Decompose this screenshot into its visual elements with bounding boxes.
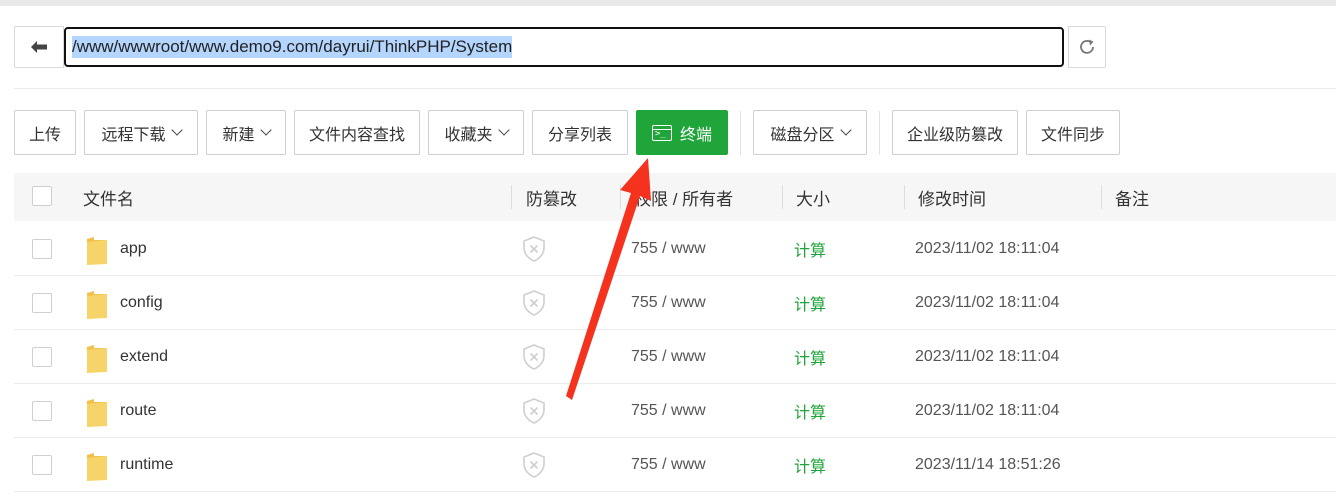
row-checkbox[interactable] — [32, 293, 52, 313]
modified-time: 2023/11/02 18:11:04 — [915, 402, 1060, 419]
modified-time: 2023/11/02 18:11:04 — [915, 348, 1060, 365]
top-strip — [0, 0, 1336, 6]
row-checkbox[interactable] — [32, 347, 52, 367]
modified-time: 2023/11/02 18:11:04 — [915, 240, 1060, 257]
content-search-label: 文件内容查找 — [309, 126, 406, 144]
modified-time: 2023/11/14 18:51:26 — [915, 456, 1061, 473]
new-button[interactable]: 新建 — [206, 110, 286, 155]
column-separator — [511, 185, 512, 209]
new-label: 新建 — [222, 126, 255, 144]
table-row[interactable]: extend 755 / www 计算 2023/11/02 18:11:04 — [14, 330, 1336, 384]
chevron-down-icon — [839, 124, 852, 136]
tamper-proof-enterprise-button[interactable]: 企业级防篡改 — [892, 110, 1018, 155]
table-row[interactable]: config 755 / www 计算 2023/11/02 18:11:04 — [14, 276, 1336, 330]
chevron-down-icon — [170, 124, 183, 136]
refresh-button[interactable] — [1068, 26, 1106, 68]
perm-owner[interactable]: 755 / www — [631, 384, 706, 438]
folder-icon — [87, 237, 107, 265]
table-row[interactable]: route 755 / www 计算 2023/11/02 18:11:04 — [14, 384, 1336, 438]
column-separator — [1101, 185, 1102, 209]
favorites-button[interactable]: 收藏夹 — [428, 110, 524, 155]
terminal-button[interactable]: 终端 — [636, 110, 728, 155]
file-name[interactable]: route — [120, 384, 156, 438]
header-name[interactable]: 文件名 — [83, 173, 134, 221]
file-sync-button[interactable]: 文件同步 — [1026, 110, 1120, 155]
toolbar: 上传 远程下载 新建 文件内容查找 收藏夹 分享列表 终端 磁盘分区 企业级防篡… — [14, 110, 1128, 155]
column-separator — [620, 185, 621, 209]
table-row[interactable]: app 755 / www 计算 2023/11/02 18:11:04 — [14, 222, 1336, 276]
header-remark: 备注 — [1115, 189, 1149, 209]
arrow-left-icon — [31, 41, 47, 53]
header-tamper: 防篡改 — [526, 189, 577, 209]
disk-partition-label: 磁盘分区 — [770, 126, 835, 144]
file-name[interactable]: extend — [120, 330, 168, 384]
size-calc-link[interactable]: 计算 — [794, 330, 826, 384]
refresh-icon — [1080, 39, 1094, 54]
folder-icon — [87, 453, 107, 481]
column-separator — [904, 185, 905, 209]
size-calc-link[interactable]: 计算 — [794, 276, 826, 330]
content-search-button[interactable]: 文件内容查找 — [294, 110, 420, 155]
disk-partition-button[interactable]: 磁盘分区 — [753, 110, 867, 155]
perm-owner[interactable]: 755 / www — [631, 276, 706, 330]
file-name[interactable]: app — [120, 222, 147, 276]
select-all-checkbox[interactable] — [32, 186, 52, 206]
terminal-label: 终端 — [679, 126, 712, 144]
header-modified[interactable]: 修改时间 — [918, 173, 986, 221]
row-checkbox[interactable] — [32, 401, 52, 421]
upload-label: 上传 — [29, 126, 62, 144]
chevron-down-icon — [259, 124, 272, 136]
back-button[interactable] — [14, 26, 64, 68]
path-bar: /www/wwwroot/www.demo9.com/dayrui/ThinkP… — [14, 26, 1106, 68]
perm-owner[interactable]: 755 / www — [631, 438, 706, 492]
upload-button[interactable]: 上传 — [14, 110, 76, 155]
favorites-label: 收藏夹 — [444, 126, 493, 144]
perm-owner[interactable]: 755 / www — [631, 222, 706, 276]
header-perm-owner: 权限 / 所有者 — [634, 189, 734, 209]
share-list-label: 分享列表 — [547, 126, 612, 144]
file-name[interactable]: config — [120, 276, 163, 330]
file-name[interactable]: runtime — [120, 438, 173, 492]
remote-download-button[interactable]: 远程下载 — [84, 110, 198, 155]
remote-download-label: 远程下载 — [101, 126, 166, 144]
column-separator — [782, 185, 783, 209]
size-calc-link[interactable]: 计算 — [794, 438, 826, 492]
modified-time: 2023/11/02 18:11:04 — [915, 294, 1060, 311]
shield-off-icon[interactable] — [522, 398, 546, 424]
row-checkbox[interactable] — [32, 455, 52, 475]
row-checkbox[interactable] — [32, 239, 52, 259]
share-list-button[interactable]: 分享列表 — [532, 110, 628, 155]
path-text: /www/wwwroot/www.demo9.com/dayrui/ThinkP… — [72, 36, 513, 58]
toolbar-separator — [879, 110, 880, 155]
folder-icon — [87, 291, 107, 319]
shield-off-icon[interactable] — [522, 452, 546, 478]
tamper-proof-enterprise-label: 企业级防篡改 — [907, 126, 1004, 144]
folder-icon — [87, 345, 107, 373]
shield-off-icon[interactable] — [522, 344, 546, 370]
perm-owner[interactable]: 755 / www — [631, 330, 706, 384]
folder-icon — [87, 399, 107, 427]
header-size[interactable]: 大小 — [796, 173, 830, 221]
table-row[interactable]: runtime 755 / www 计算 2023/11/14 18:51:26 — [14, 438, 1336, 492]
shield-off-icon[interactable] — [522, 236, 546, 262]
size-calc-link[interactable]: 计算 — [794, 222, 826, 276]
file-sync-label: 文件同步 — [1041, 126, 1106, 144]
table-header: 文件名 防篡改 权限 / 所有者 大小 修改时间 备注 — [14, 173, 1336, 221]
divider — [14, 88, 1336, 89]
chevron-down-icon — [497, 124, 510, 136]
shield-off-icon[interactable] — [522, 290, 546, 316]
path-input[interactable]: /www/wwwroot/www.demo9.com/dayrui/ThinkP… — [64, 27, 1064, 67]
size-calc-link[interactable]: 计算 — [794, 384, 826, 438]
terminal-icon — [651, 124, 672, 141]
toolbar-separator — [740, 110, 741, 155]
